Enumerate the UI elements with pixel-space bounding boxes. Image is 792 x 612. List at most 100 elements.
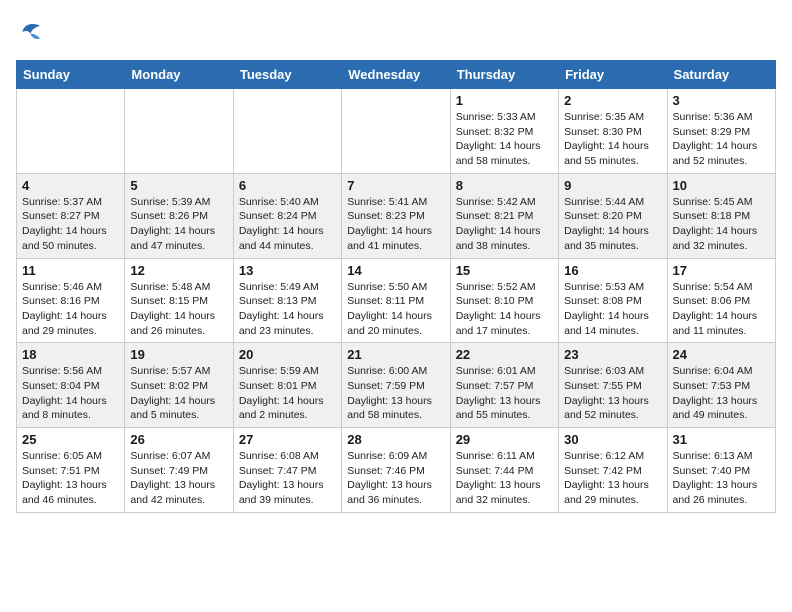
calendar-cell: 4 Sunrise: 5:37 AM Sunset: 8:27 PM Daylig… — [17, 173, 125, 258]
calendar-week-row: 25 Sunrise: 6:05 AM Sunset: 7:51 PM Dayli… — [17, 428, 776, 513]
calendar-table: SundayMondayTuesdayWednesdayThursdayFrid… — [16, 60, 776, 513]
day-number: 27 — [239, 432, 336, 447]
calendar-cell: 8 Sunrise: 5:42 AM Sunset: 8:21 PM Daylig… — [450, 173, 558, 258]
calendar-cell: 2Sunrise: 5:35 AM Sunset: 8:30 PM Daylig… — [559, 89, 667, 174]
day-info: Sunrise: 5:40 AM Sunset: 8:24 PM Dayligh… — [239, 195, 336, 254]
day-number: 13 — [239, 263, 336, 278]
day-number: 1 — [456, 93, 553, 108]
day-info: Sunrise: 5:33 AM Sunset: 8:32 PM Dayligh… — [456, 110, 553, 169]
day-info: Sunrise: 6:09 AM Sunset: 7:46 PM Dayligh… — [347, 449, 444, 508]
day-info: Sunrise: 6:07 AM Sunset: 7:49 PM Dayligh… — [130, 449, 227, 508]
calendar-cell: 25 Sunrise: 6:05 AM Sunset: 7:51 PM Dayli… — [17, 428, 125, 513]
day-info: Sunrise: 5:48 AM Sunset: 8:15 PM Dayligh… — [130, 280, 227, 339]
day-info: Sunrise: 6:13 AM Sunset: 7:40 PM Dayligh… — [673, 449, 770, 508]
header — [16, 16, 776, 48]
day-number: 17 — [673, 263, 770, 278]
calendar-cell: 30Sunrise: 6:12 AM Sunset: 7:42 PM Dayli… — [559, 428, 667, 513]
calendar-cell: 21 Sunrise: 6:00 AM Sunset: 7:59 PM Dayli… — [342, 343, 450, 428]
calendar-week-row: 1 Sunrise: 5:33 AM Sunset: 8:32 PM Daylig… — [17, 89, 776, 174]
day-info: Sunrise: 5:42 AM Sunset: 8:21 PM Dayligh… — [456, 195, 553, 254]
calendar-cell: 13 Sunrise: 5:49 AM Sunset: 8:13 PM Dayli… — [233, 258, 341, 343]
weekday-header-friday: Friday — [559, 61, 667, 89]
day-number: 12 — [130, 263, 227, 278]
day-info: Sunrise: 6:00 AM Sunset: 7:59 PM Dayligh… — [347, 364, 444, 423]
day-number: 24 — [673, 347, 770, 362]
calendar-cell: 10 Sunrise: 5:45 AM Sunset: 8:18 PM Dayli… — [667, 173, 775, 258]
day-info: Sunrise: 6:12 AM Sunset: 7:42 PM Dayligh… — [564, 449, 661, 508]
day-number: 6 — [239, 178, 336, 193]
calendar-cell — [233, 89, 341, 174]
day-number: 21 — [347, 347, 444, 362]
calendar-cell: 23 Sunrise: 6:03 AM Sunset: 7:55 PM Dayli… — [559, 343, 667, 428]
day-info: Sunrise: 5:49 AM Sunset: 8:13 PM Dayligh… — [239, 280, 336, 339]
day-info: Sunrise: 5:36 AM Sunset: 8:29 PM Dayligh… — [673, 110, 770, 169]
calendar-cell — [342, 89, 450, 174]
day-info: Sunrise: 5:59 AM Sunset: 8:01 PM Dayligh… — [239, 364, 336, 423]
day-info: Sunrise: 5:50 AM Sunset: 8:11 PM Dayligh… — [347, 280, 444, 339]
calendar-cell: 18 Sunrise: 5:56 AM Sunset: 8:04 PM Dayli… — [17, 343, 125, 428]
weekday-header-row: SundayMondayTuesdayWednesdayThursdayFrid… — [17, 61, 776, 89]
day-number: 23 — [564, 347, 661, 362]
day-number: 31 — [673, 432, 770, 447]
day-number: 19 — [130, 347, 227, 362]
day-number: 20 — [239, 347, 336, 362]
logo-icon — [16, 16, 48, 48]
day-number: 29 — [456, 432, 553, 447]
calendar-cell: 17Sunrise: 5:54 AM Sunset: 8:06 PM Dayli… — [667, 258, 775, 343]
day-number: 16 — [564, 263, 661, 278]
day-info: Sunrise: 6:05 AM Sunset: 7:51 PM Dayligh… — [22, 449, 119, 508]
weekday-header-wednesday: Wednesday — [342, 61, 450, 89]
weekday-header-sunday: Sunday — [17, 61, 125, 89]
day-number: 14 — [347, 263, 444, 278]
day-info: Sunrise: 5:56 AM Sunset: 8:04 PM Dayligh… — [22, 364, 119, 423]
calendar-cell: 22Sunrise: 6:01 AM Sunset: 7:57 PM Dayli… — [450, 343, 558, 428]
calendar-cell — [17, 89, 125, 174]
calendar-cell: 7Sunrise: 5:41 AM Sunset: 8:23 PM Daylig… — [342, 173, 450, 258]
calendar-cell: 29 Sunrise: 6:11 AM Sunset: 7:44 PM Dayli… — [450, 428, 558, 513]
calendar-week-row: 11 Sunrise: 5:46 AM Sunset: 8:16 PM Dayli… — [17, 258, 776, 343]
day-info: Sunrise: 6:08 AM Sunset: 7:47 PM Dayligh… — [239, 449, 336, 508]
day-number: 25 — [22, 432, 119, 447]
day-number: 15 — [456, 263, 553, 278]
calendar-cell: 15Sunrise: 5:52 AM Sunset: 8:10 PM Dayli… — [450, 258, 558, 343]
weekday-header-monday: Monday — [125, 61, 233, 89]
calendar-cell — [125, 89, 233, 174]
calendar-cell: 5 Sunrise: 5:39 AM Sunset: 8:26 PM Daylig… — [125, 173, 233, 258]
calendar-cell: 26 Sunrise: 6:07 AM Sunset: 7:49 PM Dayli… — [125, 428, 233, 513]
day-info: Sunrise: 5:46 AM Sunset: 8:16 PM Dayligh… — [22, 280, 119, 339]
day-info: Sunrise: 5:39 AM Sunset: 8:26 PM Dayligh… — [130, 195, 227, 254]
calendar-cell: 11 Sunrise: 5:46 AM Sunset: 8:16 PM Dayli… — [17, 258, 125, 343]
day-number: 28 — [347, 432, 444, 447]
day-number: 10 — [673, 178, 770, 193]
calendar-cell: 14 Sunrise: 5:50 AM Sunset: 8:11 PM Dayli… — [342, 258, 450, 343]
day-info: Sunrise: 5:45 AM Sunset: 8:18 PM Dayligh… — [673, 195, 770, 254]
calendar-cell: 12 Sunrise: 5:48 AM Sunset: 8:15 PM Dayli… — [125, 258, 233, 343]
day-info: Sunrise: 6:03 AM Sunset: 7:55 PM Dayligh… — [564, 364, 661, 423]
day-info: Sunrise: 5:37 AM Sunset: 8:27 PM Dayligh… — [22, 195, 119, 254]
day-info: Sunrise: 5:53 AM Sunset: 8:08 PM Dayligh… — [564, 280, 661, 339]
day-number: 11 — [22, 263, 119, 278]
calendar-cell: 3Sunrise: 5:36 AM Sunset: 8:29 PM Daylig… — [667, 89, 775, 174]
calendar-cell: 1 Sunrise: 5:33 AM Sunset: 8:32 PM Daylig… — [450, 89, 558, 174]
day-number: 7 — [347, 178, 444, 193]
weekday-header-thursday: Thursday — [450, 61, 558, 89]
day-number: 26 — [130, 432, 227, 447]
calendar-cell: 27 Sunrise: 6:08 AM Sunset: 7:47 PM Dayli… — [233, 428, 341, 513]
calendar-cell: 19 Sunrise: 5:57 AM Sunset: 8:02 PM Dayli… — [125, 343, 233, 428]
day-info: Sunrise: 5:44 AM Sunset: 8:20 PM Dayligh… — [564, 195, 661, 254]
day-info: Sunrise: 6:01 AM Sunset: 7:57 PM Dayligh… — [456, 364, 553, 423]
calendar-cell: 9Sunrise: 5:44 AM Sunset: 8:20 PM Daylig… — [559, 173, 667, 258]
weekday-header-saturday: Saturday — [667, 61, 775, 89]
calendar-cell: 28 Sunrise: 6:09 AM Sunset: 7:46 PM Dayli… — [342, 428, 450, 513]
day-number: 18 — [22, 347, 119, 362]
day-info: Sunrise: 6:11 AM Sunset: 7:44 PM Dayligh… — [456, 449, 553, 508]
day-number: 8 — [456, 178, 553, 193]
logo — [16, 16, 52, 48]
day-number: 4 — [22, 178, 119, 193]
day-number: 5 — [130, 178, 227, 193]
day-info: Sunrise: 5:57 AM Sunset: 8:02 PM Dayligh… — [130, 364, 227, 423]
weekday-header-tuesday: Tuesday — [233, 61, 341, 89]
calendar-cell: 24Sunrise: 6:04 AM Sunset: 7:53 PM Dayli… — [667, 343, 775, 428]
calendar-cell: 6 Sunrise: 5:40 AM Sunset: 8:24 PM Daylig… — [233, 173, 341, 258]
calendar-cell: 20 Sunrise: 5:59 AM Sunset: 8:01 PM Dayli… — [233, 343, 341, 428]
